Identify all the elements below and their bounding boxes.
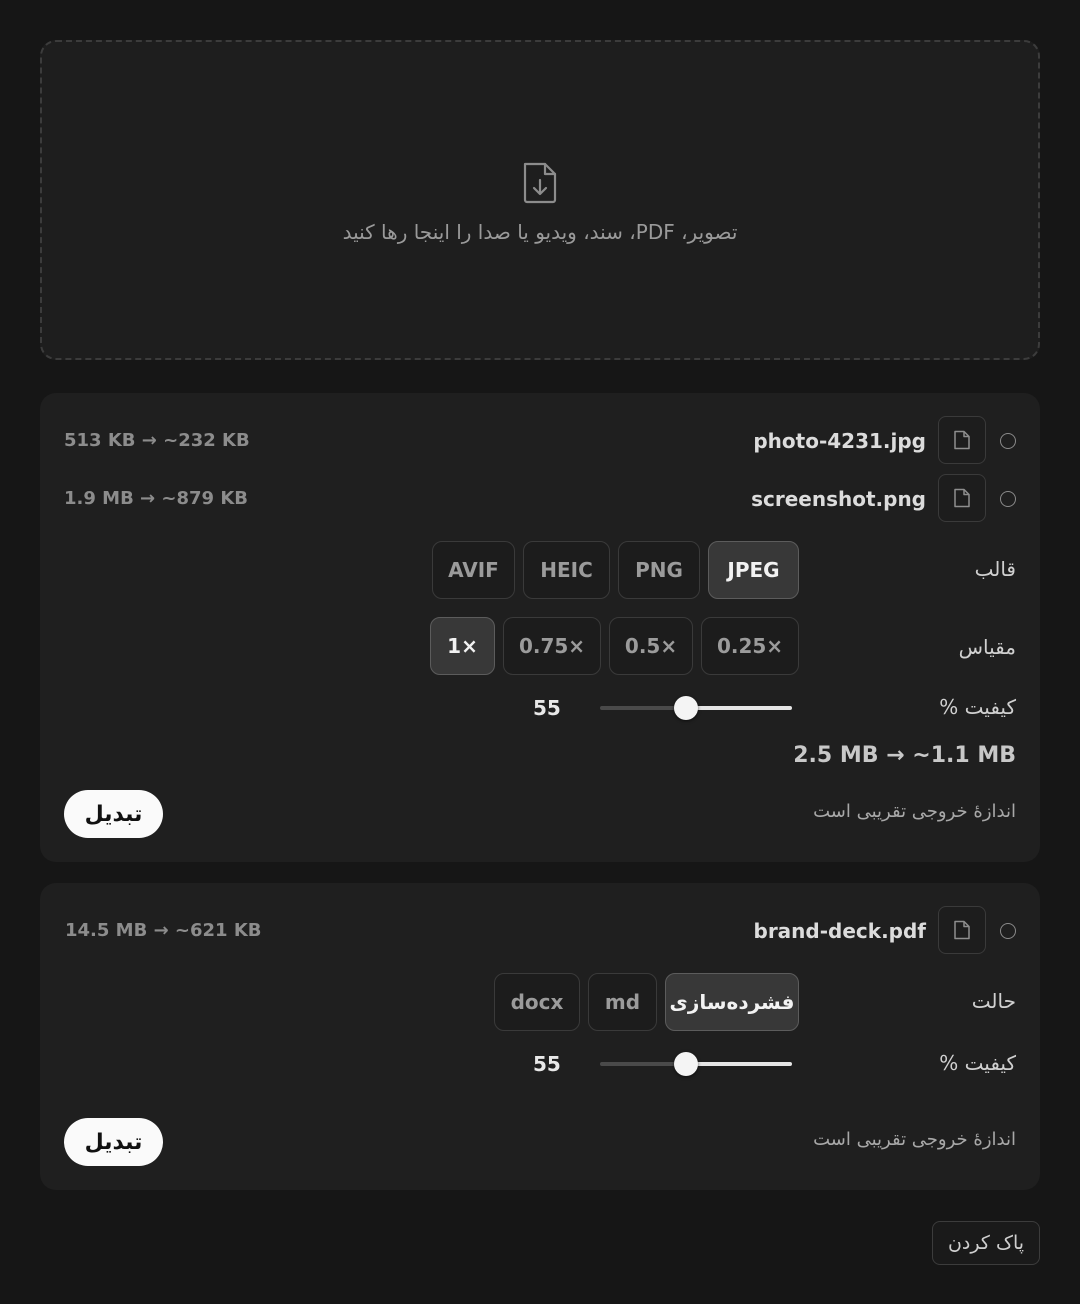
file-name: photo-4231.jpg [753,429,926,453]
quality-slider-thumb[interactable] [674,696,699,720]
clear-button[interactable]: پاک کردن [932,1221,1040,1265]
file-name: brand-deck.pdf [753,919,927,943]
quality-slider-thumb[interactable] [674,1052,699,1076]
quality-label: کیفیت % [939,1051,1016,1075]
convert-button[interactable]: تبدیل [64,790,163,838]
size-estimate-note: اندازهٔ خروجی تقریبی است [813,801,1016,822]
file-icon [954,430,970,450]
format-label: قالب [974,557,1016,581]
image-group-card: photo-4231.jpg 513 KB → ~232 KB screensh… [40,393,1040,862]
file-name: screenshot.png [751,487,926,511]
format-option-png[interactable]: PNG [618,541,700,599]
scale-label: مقیاس [958,635,1016,659]
file-preview-button[interactable] [938,416,986,464]
file-row[interactable]: photo-4231.jpg 513 KB → ~232 KB [40,416,1040,466]
file-preview-button[interactable] [938,474,986,522]
scale-option-025x[interactable]: 0.25× [701,617,799,675]
format-option-jpeg[interactable]: JPEG [708,541,799,599]
scale-option-05x[interactable]: 0.5× [609,617,693,675]
dropzone-hint: تصویر، PDF، سند، ویدیو یا صدا را اینجا ر… [342,220,738,244]
mode-option-compress[interactable]: فشرده‌سازی [665,973,799,1031]
file-dropzone[interactable]: تصویر، PDF، سند، ویدیو یا صدا را اینجا ر… [40,40,1040,360]
quality-label: کیفیت % [939,695,1016,719]
file-preview-button[interactable] [938,906,986,954]
mode-option-md[interactable]: md [588,973,657,1031]
file-size-estimate: 1.9 MB → ~879 KB [64,488,248,509]
total-size-estimate: 2.5 MB → ~1.1 MB [793,743,1016,768]
format-option-heic[interactable]: HEIC [523,541,610,599]
format-option-avif[interactable]: AVIF [432,541,515,599]
scale-option-075x[interactable]: 0.75× [503,617,601,675]
file-icon [954,488,970,508]
file-icon [954,920,970,940]
file-download-icon [523,162,557,204]
file-row[interactable]: brand-deck.pdf 14.5 MB → ~621 KB [40,906,1040,956]
convert-button[interactable]: تبدیل [64,1118,163,1166]
file-select-radio[interactable] [1000,491,1016,507]
quality-value: 55 [533,1052,561,1076]
mode-option-docx[interactable]: docx [494,973,580,1031]
file-select-radio[interactable] [1000,923,1016,939]
file-size-estimate: 513 KB → ~232 KB [64,430,250,451]
quality-value: 55 [533,696,561,720]
mode-label: حالت [971,989,1016,1013]
size-estimate-note: اندازهٔ خروجی تقریبی است [813,1129,1016,1150]
pdf-group-card: brand-deck.pdf 14.5 MB → ~621 KB حالت do… [40,883,1040,1190]
scale-option-1x[interactable]: 1× [430,617,495,675]
file-size-estimate: 14.5 MB → ~621 KB [65,920,262,941]
file-row[interactable]: screenshot.png 1.9 MB → ~879 KB [40,474,1040,524]
file-select-radio[interactable] [1000,433,1016,449]
